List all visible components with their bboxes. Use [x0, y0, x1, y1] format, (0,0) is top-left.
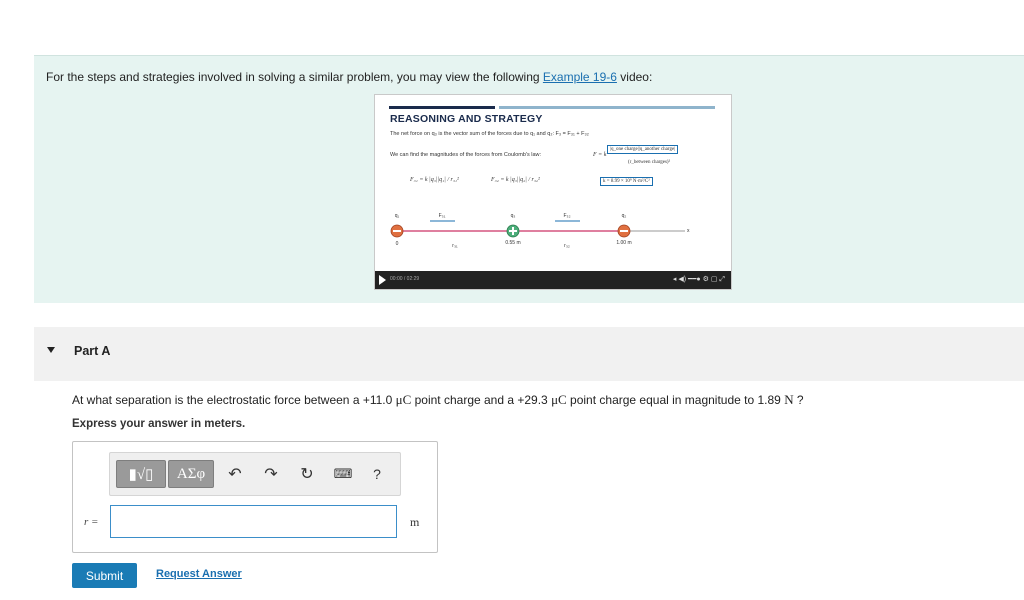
- video-slide-line1: The net force on q₃ is the vector sum of…: [390, 131, 589, 137]
- coulomb-denominator: (r_between charges)²: [628, 160, 671, 165]
- position-055: 0.55 m: [505, 240, 520, 246]
- q3-label: q₃: [511, 213, 516, 219]
- collapse-caret-icon[interactable]: [47, 347, 55, 353]
- intro-text-before: For the steps and strategies involved in…: [46, 70, 543, 84]
- request-answer-link[interactable]: Request Answer: [156, 568, 242, 580]
- intro-panel: For the steps and strategies involved in…: [34, 55, 1024, 303]
- submit-button[interactable]: Submit: [72, 563, 137, 588]
- undo-icon[interactable]: ↶: [226, 465, 244, 483]
- q2-label: q₂: [622, 213, 627, 219]
- intro-text: For the steps and strategies involved in…: [46, 70, 652, 84]
- video-controls: 00:00 / 02:29 ◂ ◀) ━━● ⚙ ▢ ⤢: [375, 271, 731, 289]
- answer-panel: ▮√▯ ΑΣφ ↶ ↷ ↻ ⌨ ? r = m: [72, 441, 438, 553]
- f32-label: F₃₂: [563, 213, 570, 219]
- math-toolbar: ▮√▯ ΑΣφ ↶ ↷ ↻ ⌨ ?: [109, 452, 401, 496]
- question-text: At what separation is the electrostatic …: [72, 392, 804, 407]
- r32-label: r₃₂: [564, 243, 570, 249]
- part-a-header[interactable]: Part A: [34, 327, 1024, 381]
- answer-unit: m: [410, 515, 420, 529]
- video-slide-title: REASONING AND STRATEGY: [390, 113, 543, 125]
- f31-formula: F₃₁ = k |q₃||q₁| / r₃₁²: [410, 177, 459, 183]
- answer-input[interactable]: [110, 505, 397, 538]
- r31-label: r₃₁: [452, 243, 458, 249]
- example-video-player[interactable]: REASONING AND STRATEGY The net force on …: [374, 94, 732, 290]
- video-time: 00:00 / 02:29: [390, 276, 420, 282]
- answer-variable-label: r =: [84, 516, 99, 528]
- f31-label: F₃₁: [439, 213, 446, 219]
- coulomb-numerator: |q_one charge||q_another charge|: [607, 145, 679, 154]
- q1-label: q₁: [395, 213, 400, 219]
- f32-formula: F₃₂ = k |q₃||q₂| / r₃₂²: [491, 177, 540, 183]
- example-video-link[interactable]: Example 19-6: [543, 70, 617, 84]
- reset-icon[interactable]: ↻: [298, 465, 316, 483]
- coulomb-formula: F = k: [593, 152, 607, 158]
- position-100: 1.00 m: [616, 240, 631, 246]
- part-title: Part A: [74, 344, 111, 358]
- answer-instruction: Express your answer in meters.: [72, 418, 246, 430]
- intro-text-after: video:: [616, 70, 653, 84]
- video-slide-line2: We can find the magnitudes of the forces…: [390, 152, 542, 158]
- keyboard-icon[interactable]: ⌨: [334, 465, 353, 483]
- play-icon[interactable]: [379, 275, 386, 285]
- help-button[interactable]: ?: [368, 465, 386, 483]
- coulomb-constant: k = 8.99 × 10⁹ N·m²/C²: [600, 177, 653, 186]
- charge-diagram: q₁ q₃ q₂ F₃₁ F₃₂ 0 0.55 m 1.00 m r₃₁ r₃₂…: [390, 213, 690, 249]
- video-settings-icons[interactable]: ◂ ◀) ━━● ⚙ ▢ ⤢: [673, 275, 725, 284]
- video-header-bar: [389, 106, 715, 109]
- symbols-button[interactable]: ΑΣφ: [168, 460, 214, 488]
- x-axis-label: x: [687, 228, 690, 234]
- templates-button[interactable]: ▮√▯: [116, 460, 166, 488]
- position-0: 0: [396, 241, 399, 247]
- redo-icon[interactable]: ↷: [262, 465, 280, 483]
